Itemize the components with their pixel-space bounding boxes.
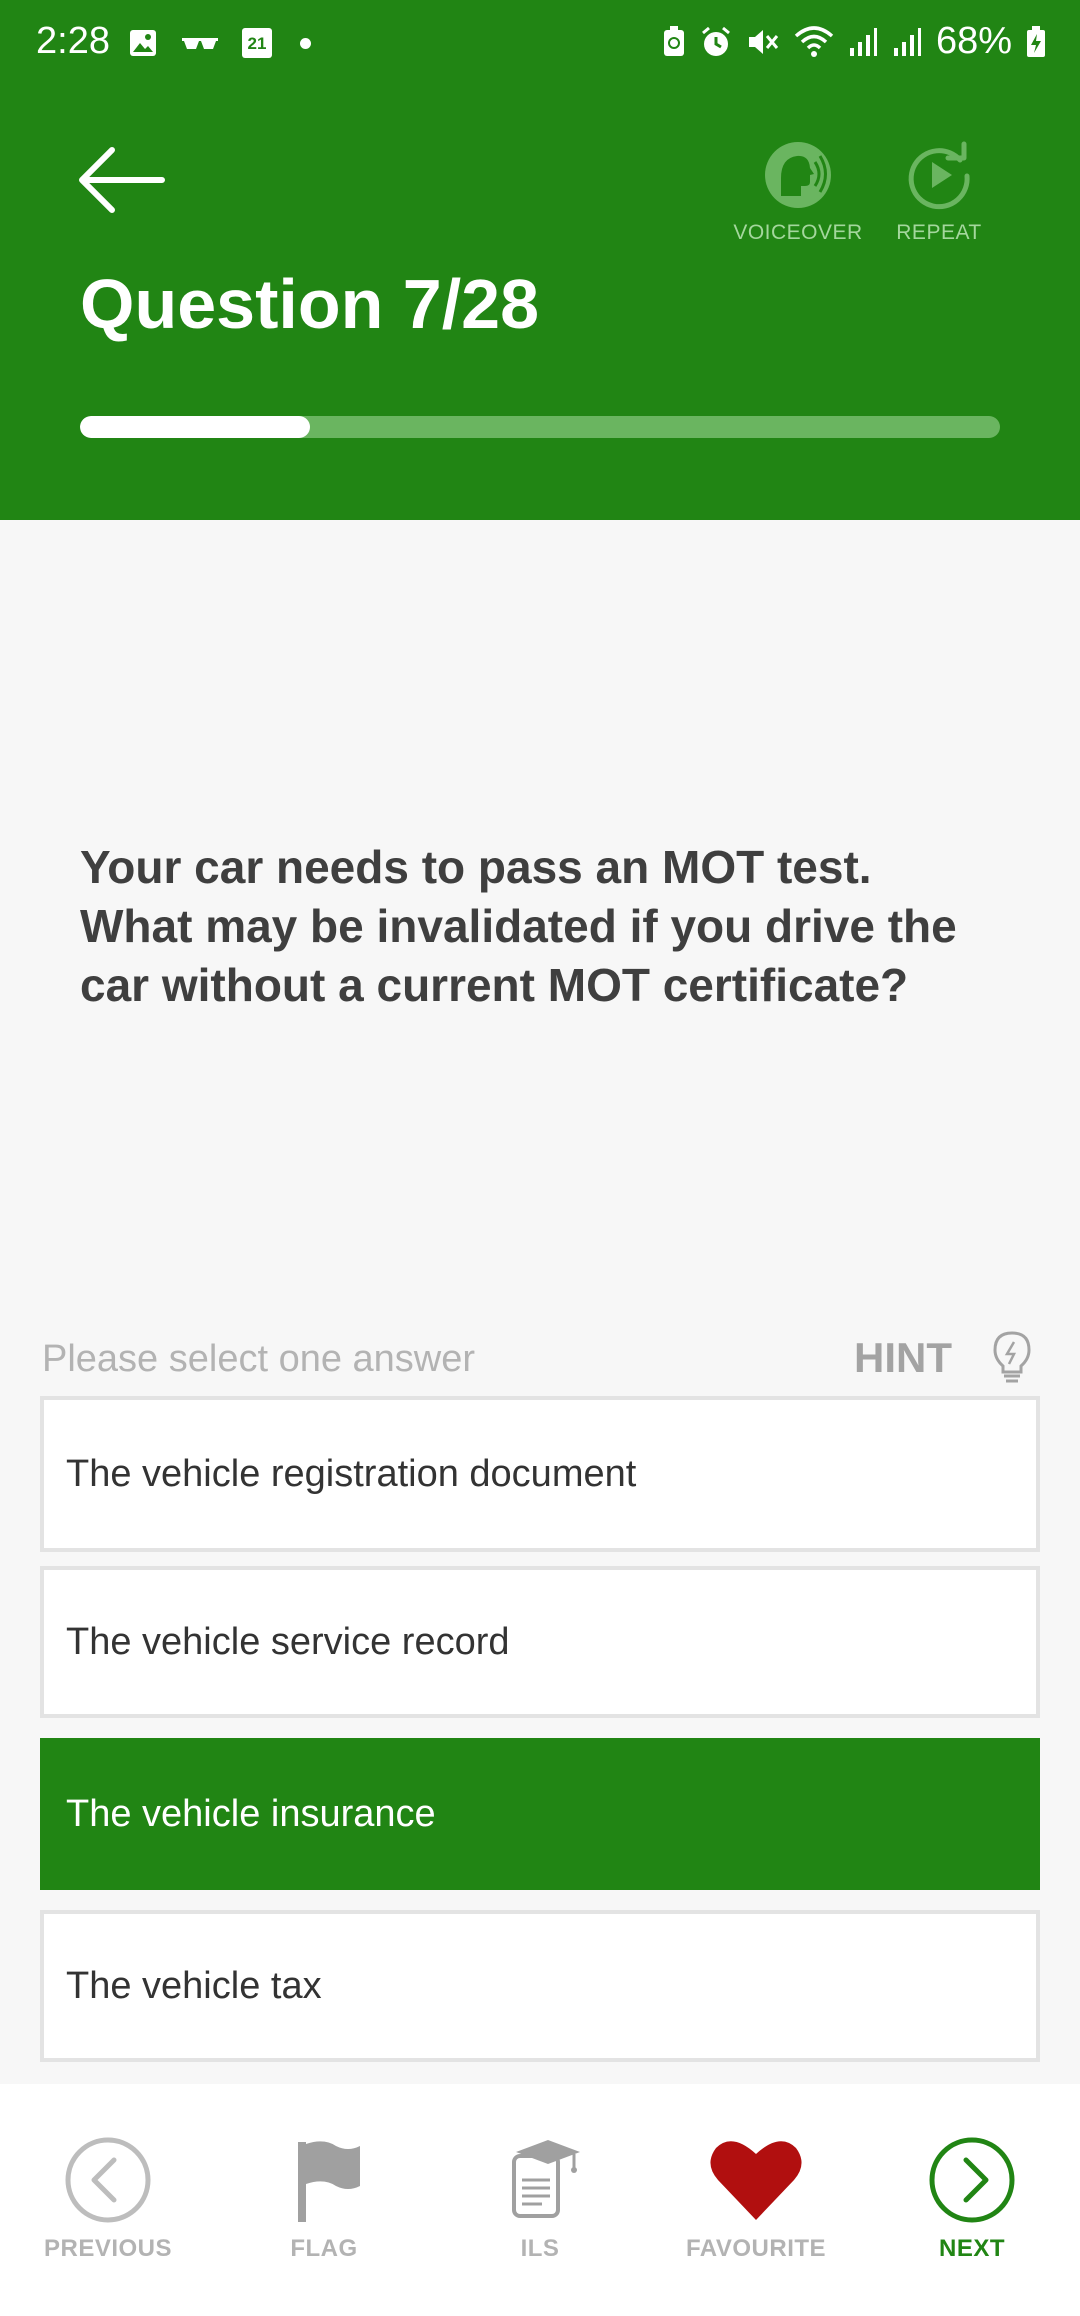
status-time: 2:28 xyxy=(36,20,110,62)
previous-button[interactable]: PREVIOUS xyxy=(8,2136,208,2263)
chevron-right-circle-icon xyxy=(929,2137,1015,2223)
battery-saver-icon xyxy=(663,25,684,56)
question-progress-bar xyxy=(80,416,1000,438)
next-label: NEXT xyxy=(938,2235,1005,2262)
flag-button[interactable]: FLAG xyxy=(224,2136,424,2263)
lightbulb-icon xyxy=(993,1331,1031,1383)
repeat-button[interactable]: REPEAT xyxy=(864,140,1014,245)
chevron-left-circle-icon xyxy=(65,2137,151,2223)
mute-icon xyxy=(748,29,779,54)
progress-fill xyxy=(80,416,310,438)
ils-label: ILS xyxy=(520,2235,560,2262)
hint-button[interactable]: HINT xyxy=(854,1330,1032,1386)
wifi-icon xyxy=(794,25,834,57)
answer-list: The vehicle registration document The ve… xyxy=(40,1396,1040,2082)
flag-icon xyxy=(298,2141,360,2222)
ils-button[interactable]: ILS xyxy=(440,2136,640,2263)
answer-option[interactable]: The vehicle service record xyxy=(40,1566,1040,1718)
glasses-icon xyxy=(182,38,218,49)
answer-instruction: Please select one answer xyxy=(42,1338,476,1380)
voiceover-icon xyxy=(765,142,831,208)
signal-icon xyxy=(849,27,877,56)
repeat-icon xyxy=(908,141,970,210)
battery-charging-icon xyxy=(1027,25,1045,57)
voiceover-button[interactable]: VOICEOVER xyxy=(723,140,873,245)
answer-option-selected[interactable]: The vehicle insurance xyxy=(40,1738,1040,1890)
flag-label: FLAG xyxy=(290,2235,358,2262)
status-bar: 2:28 21 68% xyxy=(0,0,1080,92)
graduation-document-icon xyxy=(512,2140,580,2218)
favourite-button[interactable]: FAVOURITE xyxy=(656,2136,856,2263)
bottom-nav: PREVIOUS FLAG ILS FAVOURITE NEXT xyxy=(0,2084,1080,2316)
header-bar: 2:28 21 68% VOICEOVER REPEAT Question 7/… xyxy=(0,0,1080,520)
battery-percent: 68% xyxy=(935,20,1012,62)
repeat-label: REPEAT xyxy=(896,221,982,244)
status-right-icons: 68% xyxy=(662,20,1046,63)
gallery-icon xyxy=(130,30,156,56)
voiceover-label: VOICEOVER xyxy=(733,221,863,244)
answer-option[interactable]: The vehicle registration document xyxy=(40,1396,1040,1552)
calendar-icon: 21 xyxy=(242,28,272,58)
previous-label: PREVIOUS xyxy=(43,2235,173,2262)
answer-option[interactable]: The vehicle tax xyxy=(40,1910,1040,2062)
alarm-icon xyxy=(701,26,730,56)
heart-icon xyxy=(710,2141,802,2220)
signal-icon xyxy=(893,27,921,56)
question-text: Your car needs to pass an MOT test. What… xyxy=(80,841,957,1011)
favourite-label: FAVOURITE xyxy=(685,2235,827,2262)
back-arrow-icon[interactable] xyxy=(72,140,172,220)
hint-label: HINT xyxy=(854,1334,952,1381)
status-left-icons: 21 xyxy=(128,28,311,58)
next-button[interactable]: NEXT xyxy=(872,2136,1072,2263)
page-title: Question 7/28 xyxy=(80,265,540,343)
notification-dot-icon xyxy=(300,37,311,49)
